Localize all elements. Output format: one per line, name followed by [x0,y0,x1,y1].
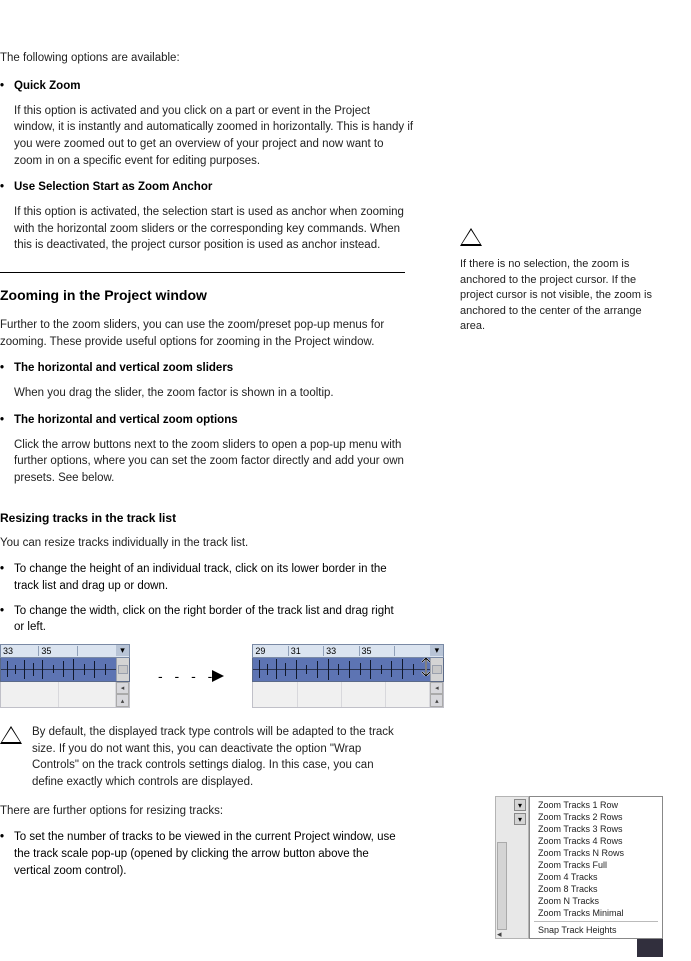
menu-item[interactable]: Zoom Tracks Minimal [530,907,662,919]
arrow-up-icon[interactable]: ▴ [116,694,129,707]
para-preset-intro: Further to the zoom sliders, you can use… [0,317,400,350]
waveform-before: 33 35 ▾ [0,644,130,708]
track-scale-menu-figure: ▾ ▾ ◂ Zoom Tracks 1 Row Zoom Tracks 2 Ro… [495,796,663,939]
menu-item[interactable]: Zoom Tracks 3 Rows [530,823,662,835]
bullet-selection-anchor: • Use Selection Start as Zoom Anchor [0,179,400,196]
note-text: By default, the displayed track type con… [32,724,400,791]
bullet-desc: Click the arrow buttons next to the zoom… [14,437,414,487]
bullet-title: Use Selection Start as Zoom Anchor [14,181,212,193]
bullet-track-scale-popup: • To set the number of tracks to be view… [0,829,400,879]
tick: 35 [360,646,395,656]
arrow-left-icon[interactable]: ◂ [430,682,443,695]
bullet-desc: If this option is activated, the selecti… [14,204,414,254]
para-further-options: There are further options for resizing t… [0,803,400,820]
note-inline: If there is no selection, the zoom is an… [460,228,660,334]
bullet-text: To change the width, click on the right … [14,603,400,636]
menu-item[interactable]: Zoom Tracks Full [530,859,662,871]
note-inline-text: If there is no selection, the zoom is an… [460,257,660,334]
intro-text: The following options are available: [0,50,400,66]
vertical-scrollbar[interactable] [497,842,507,930]
menu-item[interactable]: Zoom N Tracks [530,895,662,907]
vertical-scrollbar[interactable] [116,658,129,681]
audio-track[interactable] [252,658,444,682]
waveform [253,658,430,681]
lower-panel: ◂ ▴ [252,682,444,708]
dropdown-icon[interactable]: ▾ [116,645,129,656]
vertical-scrollbar[interactable] [430,658,443,681]
note-block: By default, the displayed track type con… [0,724,400,791]
dropdown-icon[interactable]: ▾ [430,645,443,656]
timeline-ruler[interactable]: 29 31 33 35 ▾ [252,644,444,658]
menu-item[interactable]: Zoom 4 Tracks [530,871,662,883]
subhead-resizing: Resizing tracks in the track list [0,511,400,525]
tick: 33 [1,646,39,656]
arrow-left-icon[interactable]: ◂ [497,929,502,940]
figure-row: 33 35 ▾ [0,644,671,708]
bullet-title: Quick Zoom [14,80,80,92]
tick: 35 [39,646,77,656]
warning-icon [460,228,482,246]
dropdown-icon[interactable]: ▾ [514,813,526,825]
bullet-text: To set the number of tracks to be viewed… [14,829,400,879]
menu-item[interactable]: Zoom Tracks 1 Row [530,799,662,811]
waveform [1,658,116,681]
bullet-zoom-sliders: • The horizontal and vertical zoom slide… [0,360,400,377]
arrow-left-icon[interactable]: ◂ [116,682,129,695]
bullet-desc: When you drag the slider, the zoom facto… [14,385,414,402]
dropdown-icon[interactable]: ▾ [514,799,526,811]
bullet-quick-zoom: • Quick Zoom [0,78,400,95]
menu-item[interactable]: Zoom Tracks 4 Rows [530,835,662,847]
para-resize: You can resize tracks individually in th… [0,535,400,552]
track-scale-popup-menu: Zoom Tracks 1 Row Zoom Tracks 2 Rows Zoo… [529,796,663,939]
bullet-resize-height: • To change the height of an individual … [0,561,400,594]
arrow-transition: - - - - [158,668,224,684]
tick: 31 [289,646,324,656]
waveform-after: 29 31 33 35 ▾ [252,644,444,708]
bullet-desc: If this option is activated and you clic… [14,103,414,170]
bullet-text: To change the height of an individual tr… [14,561,400,594]
bullet-title: The horizontal and vertical zoom options [14,414,238,426]
bullet-zoom-options: • The horizontal and vertical zoom optio… [0,412,400,429]
scrollbar-area: ▾ ▾ ◂ [495,796,529,939]
lower-panel: ◂ ▴ [0,682,130,708]
menu-item-snap-heights[interactable]: Snap Track Heights [530,924,662,936]
arrowhead-right-icon [212,670,224,682]
menu-separator [534,921,658,922]
menu-item[interactable]: Zoom Tracks 2 Rows [530,811,662,823]
menu-item[interactable]: Zoom Tracks N Rows [530,847,662,859]
bullet-title: The horizontal and vertical zoom sliders [14,362,233,374]
warning-icon [0,726,22,744]
tick: 33 [324,646,359,656]
divider [0,272,405,273]
menu-item[interactable]: Zoom 8 Tracks [530,883,662,895]
arrow-up-icon[interactable]: ▴ [430,694,443,707]
timeline-ruler[interactable]: 33 35 ▾ [0,644,130,658]
bullet-resize-width: • To change the width, click on the righ… [0,603,400,636]
audio-track[interactable] [0,658,130,682]
tick: 29 [253,646,288,656]
